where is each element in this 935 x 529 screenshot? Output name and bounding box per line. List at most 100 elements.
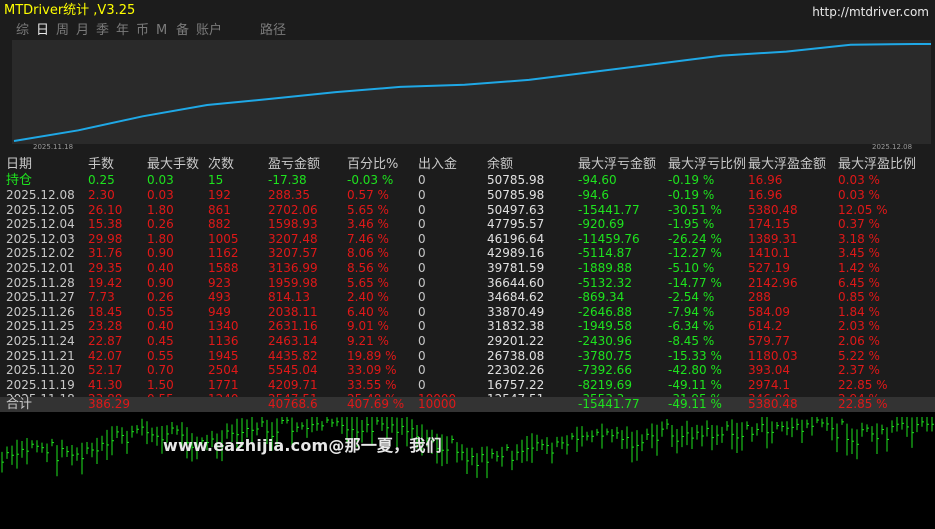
- table-cell: 1.84 %: [838, 304, 880, 319]
- table-cell: 29.35: [88, 261, 123, 275]
- table-cell: 5380.48: [748, 202, 798, 217]
- table-cell: 0: [418, 304, 426, 319]
- table-cell: 12.05 %: [838, 202, 888, 217]
- header-cell: 手数: [88, 157, 115, 172]
- total-cell: 386.29: [88, 397, 130, 411]
- tab-5[interactable]: 年: [116, 23, 136, 39]
- tab-0[interactable]: 综: [16, 23, 36, 39]
- table-cell: 1945: [208, 348, 239, 363]
- table-cell: 3.46 %: [347, 217, 389, 232]
- holding-cell: 0.03 %: [838, 173, 880, 187]
- table-cell: 2974.1: [748, 377, 790, 392]
- table-row: 2025.12.08 2.30 0.03 192 288.35 0.57 % 0 50785.…: [0, 188, 935, 203]
- tab-10[interactable]: 路径: [260, 23, 286, 39]
- table-cell: 0: [418, 231, 426, 246]
- table-cell: -7392.66: [578, 363, 632, 378]
- table-cell: 192: [208, 188, 231, 202]
- table-row: 2025.11.20 52.17 0.70 2504 5545.04 33.09 % 0 22…: [0, 363, 935, 378]
- tab-1[interactable]: 日: [36, 23, 56, 39]
- table-cell: 2.06 %: [838, 334, 880, 348]
- table-cell: 2142.96: [748, 275, 798, 290]
- table-cell: -5114.87: [578, 246, 632, 261]
- table-cell: -7.94 %: [668, 304, 715, 319]
- table-cell: 0: [418, 290, 426, 305]
- table-cell: 2025.11.27: [6, 290, 75, 305]
- total-cell: -49.11 %: [668, 397, 722, 411]
- table-cell: 50785.98: [487, 188, 545, 202]
- equity-chart: [12, 40, 931, 144]
- table-cell: -15.33 %: [668, 348, 722, 363]
- table-cell: 584.09: [748, 304, 790, 319]
- table-cell: 23.28: [88, 319, 123, 334]
- equity-chart-svg: [13, 43, 931, 142]
- table-cell: 0: [418, 334, 426, 348]
- table-cell: 7.46 %: [347, 231, 389, 246]
- tab-6[interactable]: 币: [136, 23, 156, 39]
- table-cell: 3207.48: [268, 231, 318, 246]
- table-cell: -49.11 %: [668, 377, 722, 392]
- holding-cell: 50785.98: [487, 173, 545, 187]
- table-cell: 882: [208, 217, 231, 232]
- tab-9[interactable]: 账户: [196, 23, 222, 39]
- table-row: 2025.11.24 22.87 0.45 1136 2463.14 9.21 % 0 292…: [0, 334, 935, 349]
- table-cell: 288: [748, 290, 771, 305]
- website-link[interactable]: http://mtdriver.com: [812, 4, 929, 20]
- table-cell: 2025.12.08: [6, 188, 75, 202]
- total-cell: 合计: [6, 397, 33, 412]
- table-cell: -5.10 %: [668, 261, 715, 275]
- tab-3[interactable]: 月: [76, 23, 96, 39]
- holding-cell: 0.25: [88, 173, 115, 187]
- tab-2[interactable]: 周: [56, 23, 76, 39]
- table-cell: 0: [418, 275, 426, 290]
- table-cell: 2038.11: [268, 304, 318, 319]
- table-row: 2025.11.26 18.45 0.55 949 2038.11 6.40 % 0 3387…: [0, 305, 935, 320]
- table-cell: -869.34: [578, 290, 625, 305]
- table-cell: 5.65 %: [347, 275, 389, 290]
- table-cell: -2430.96: [578, 334, 632, 348]
- tab-7[interactable]: M: [156, 23, 176, 39]
- table-cell: 1771: [208, 377, 239, 392]
- tab-4[interactable]: 季: [96, 23, 116, 39]
- table-cell: 19.89 %: [347, 348, 397, 363]
- period-tabs: 综日周月季年币 M 备账户 路径: [16, 23, 286, 39]
- table-cell: 50497.63: [487, 202, 545, 217]
- holding-cell: -0.19 %: [668, 173, 715, 187]
- holding-cell: -17.38: [268, 173, 307, 187]
- holding-cell: 16.96: [748, 173, 783, 187]
- table-cell: 0.03 %: [838, 188, 880, 202]
- table-cell: 0.03: [147, 188, 174, 202]
- table-cell: 2025.11.24: [6, 334, 75, 348]
- table-cell: -2.54 %: [668, 290, 715, 305]
- table-row: 2025.12.04 15.38 0.26 882 1598.93 3.46 % 0 4779…: [0, 217, 935, 232]
- table-cell: 1588: [208, 261, 239, 275]
- table-cell: 39781.59: [487, 261, 545, 275]
- table-cell: 0: [418, 202, 426, 217]
- table-cell: 493: [208, 290, 231, 305]
- table-cell: 26738.08: [487, 348, 545, 363]
- price-chart-background: [0, 412, 935, 525]
- table-cell: 2.37 %: [838, 363, 880, 378]
- table-cell: 393.04: [748, 363, 790, 378]
- header-cell: 盈亏金额: [268, 157, 321, 172]
- table-cell: 1340: [208, 319, 239, 334]
- table-row: 2025.11.25 23.28 0.40 1340 2631.16 9.01 % 0 318…: [0, 319, 935, 334]
- table-cell: 5545.04: [268, 363, 318, 378]
- table-cell: 1005: [208, 231, 239, 246]
- table-cell: -12.27 %: [668, 246, 722, 261]
- table-cell: 0.90: [147, 246, 174, 261]
- price-bars: [1, 417, 934, 479]
- table-cell: -1949.58: [578, 319, 632, 334]
- total-cell: 10000: [418, 397, 457, 411]
- table-cell: 41.30: [88, 377, 123, 392]
- table-cell: -0.19 %: [668, 188, 715, 202]
- tab-8[interactable]: 备: [176, 23, 196, 39]
- table-cell: -2646.88: [578, 304, 632, 319]
- table-cell: 2702.06: [268, 202, 318, 217]
- table-cell: 42.07: [88, 348, 123, 363]
- total-row: 合计 386.29 40768.6 407.69 % 10000 -15441.77 -49…: [0, 397, 935, 412]
- table-cell: 7.73: [88, 290, 115, 305]
- header-cell: 最大浮亏比例: [668, 157, 747, 172]
- table-cell: 2025.11.28: [6, 275, 75, 290]
- table-cell: 0: [418, 188, 426, 202]
- table-cell: 8.56 %: [347, 261, 389, 275]
